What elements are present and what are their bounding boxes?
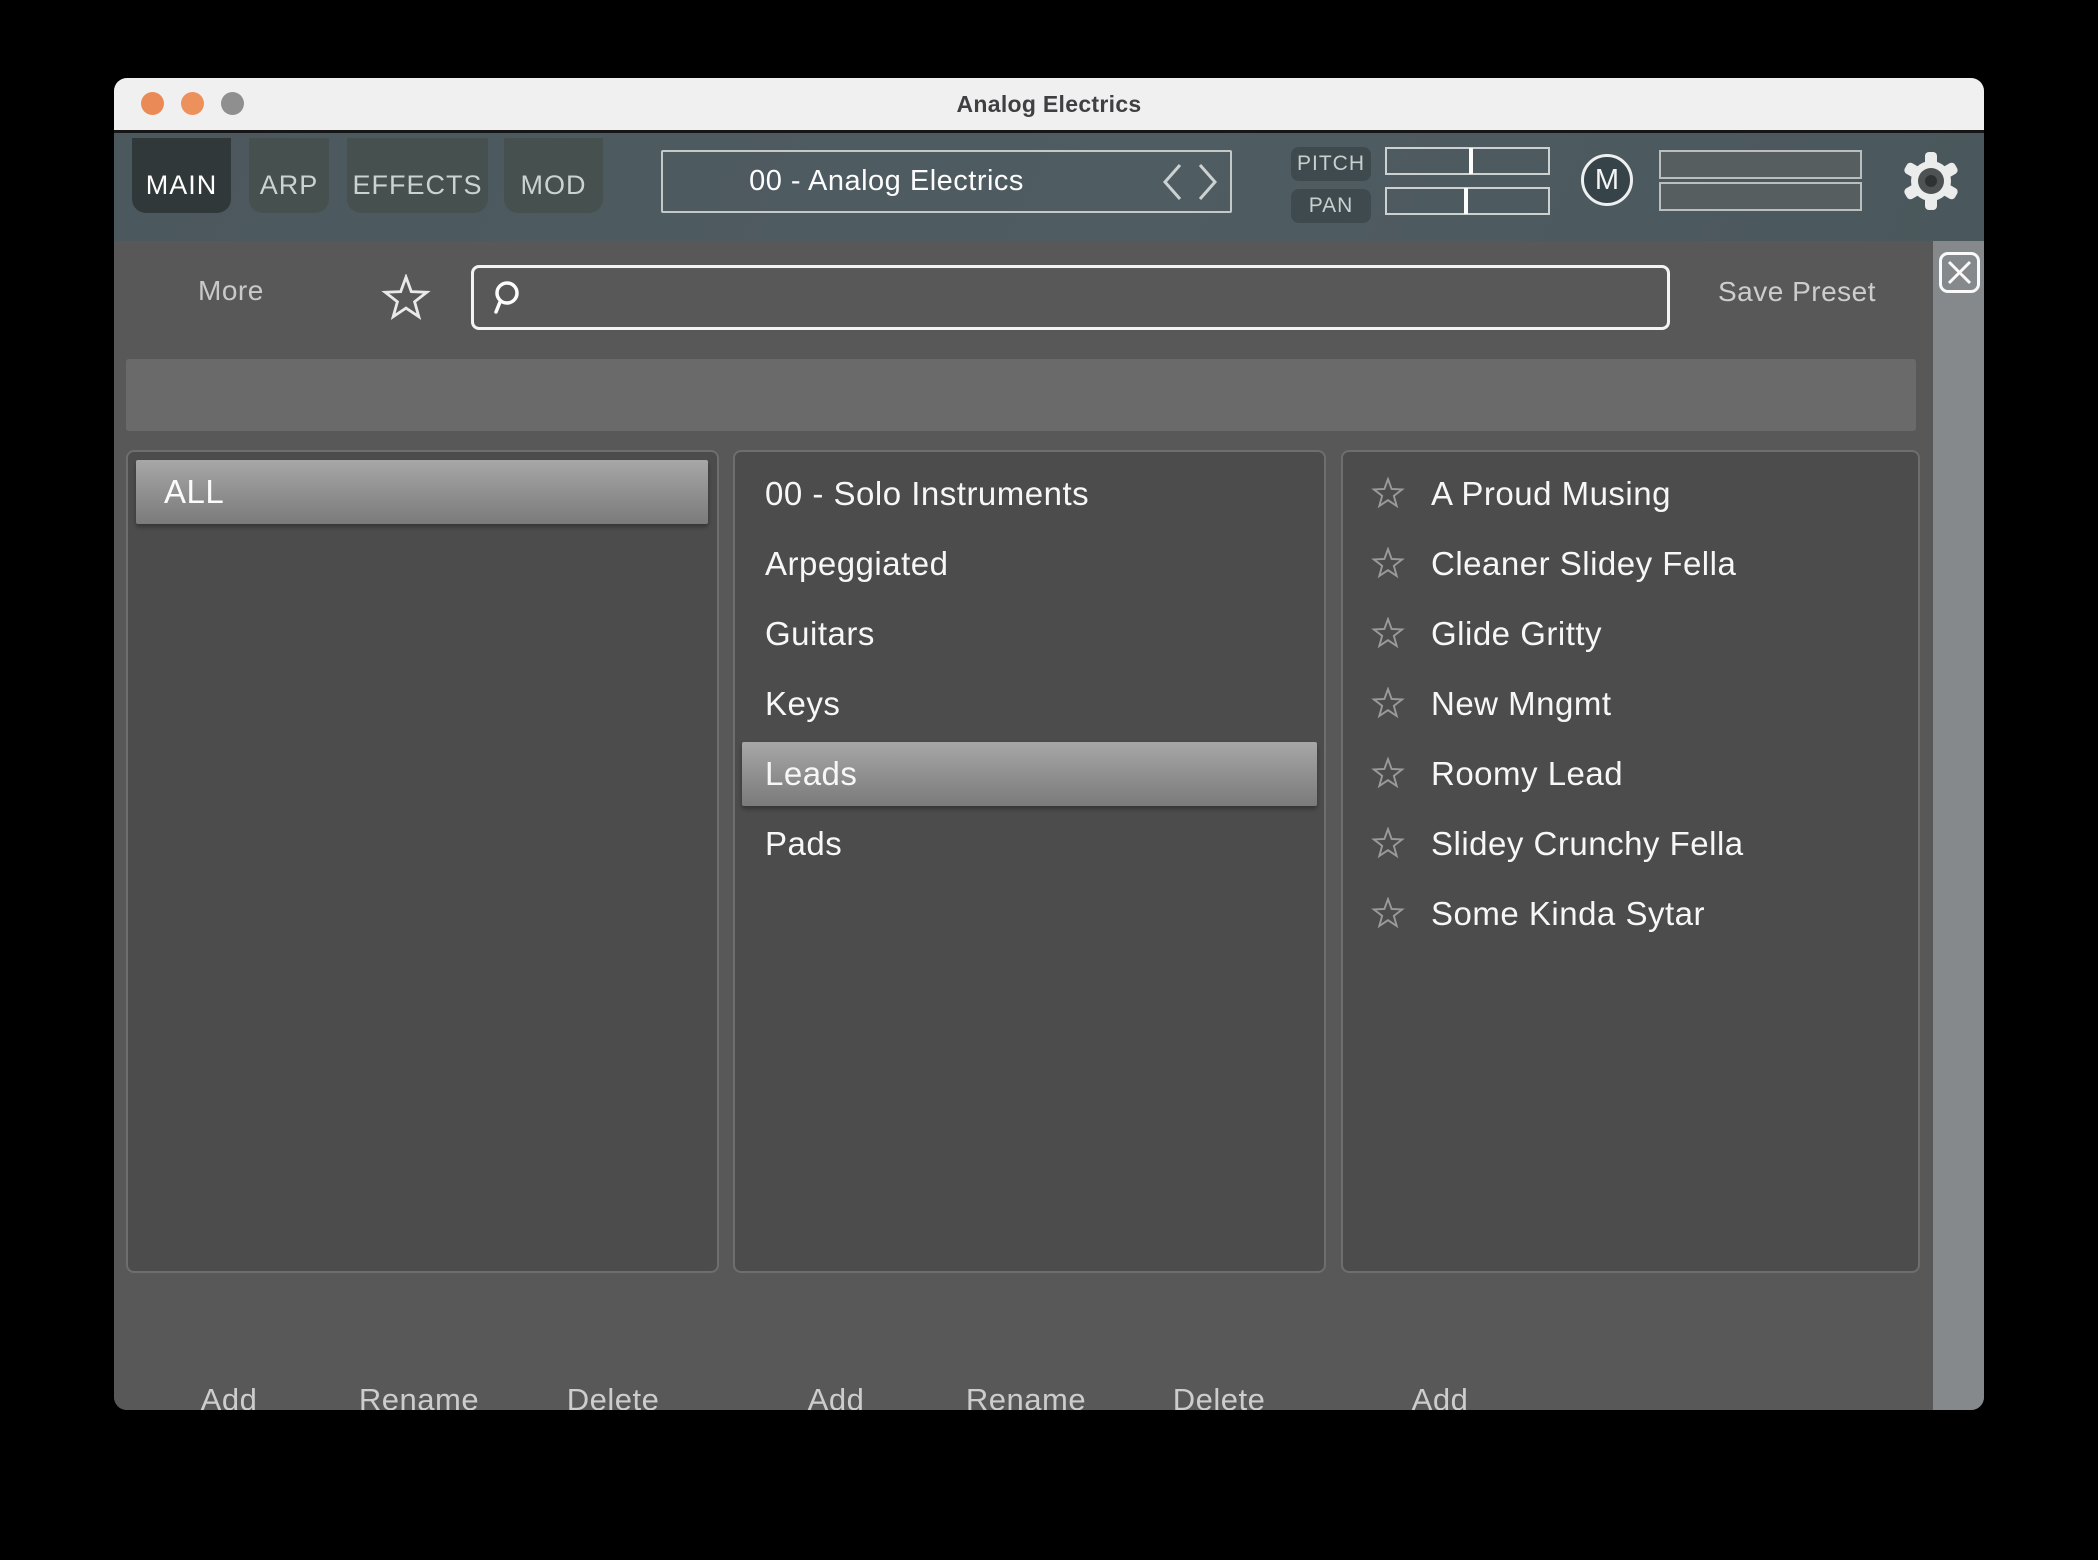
tab-mod[interactable]: MOD [504, 138, 603, 213]
preset-row[interactable]: Some Kinda Sytar [1343, 879, 1918, 949]
category-row[interactable]: Keys [735, 669, 1324, 739]
tab-arp[interactable]: ARP [249, 138, 329, 213]
tag-filter-bar [126, 359, 1916, 431]
delete-folder-button[interactable]: Delete [567, 1382, 660, 1410]
plugin-window: Analog Electrics MAIN ARP EFFECTS MOD 00… [114, 78, 1984, 1410]
level-meter-bottom [1659, 182, 1862, 211]
category-row[interactable]: 00 - Solo Instruments [735, 459, 1324, 529]
search-box [471, 265, 1670, 330]
settings-gear-icon[interactable] [1898, 148, 1964, 214]
categories-panel: 00 - Solo Instruments Arpeggiated Guitar… [733, 450, 1326, 1273]
preset-row[interactable]: Cleaner Slidey Fella [1343, 529, 1918, 599]
pan-slider-handle[interactable] [1464, 188, 1468, 214]
preset-row[interactable]: Glide Gritty [1343, 599, 1918, 669]
preset-row[interactable]: A Proud Musing [1343, 459, 1918, 529]
favorite-star-icon[interactable] [1371, 547, 1405, 581]
favorite-star-icon[interactable] [1371, 617, 1405, 651]
add-category-button[interactable]: Add [808, 1382, 865, 1410]
preset-selector[interactable]: 00 - Analog Electrics [661, 150, 1232, 213]
close-browser-button[interactable] [1939, 252, 1980, 293]
more-button[interactable]: More [198, 275, 264, 307]
rename-category-button[interactable]: Rename [966, 1382, 1086, 1410]
category-row[interactable]: Pads [735, 809, 1324, 879]
pan-slider[interactable] [1385, 187, 1550, 215]
pitch-slider-handle[interactable] [1469, 148, 1473, 174]
favorite-star-icon[interactable] [1371, 477, 1405, 511]
next-preset-icon[interactable] [1196, 160, 1220, 204]
category-row[interactable]: Arpeggiated [735, 529, 1324, 599]
titlebar: Analog Electrics [114, 78, 1984, 130]
mono-button[interactable]: M [1581, 154, 1633, 206]
previous-preset-icon[interactable] [1160, 160, 1184, 204]
save-preset-button[interactable]: Save Preset [1718, 276, 1876, 308]
folder-row-all[interactable]: ALL [136, 460, 708, 524]
favorite-star-icon[interactable] [1371, 757, 1405, 791]
close-icon [1946, 259, 1973, 286]
add-folder-button[interactable]: Add [201, 1382, 258, 1410]
favorite-star-icon[interactable] [1371, 687, 1405, 721]
search-icon [488, 279, 522, 324]
preset-row[interactable]: Roomy Lead [1343, 739, 1918, 809]
favorite-star-icon[interactable] [1371, 827, 1405, 861]
delete-category-button[interactable]: Delete [1173, 1382, 1266, 1410]
pitch-label: PITCH [1291, 147, 1371, 181]
preset-name: 00 - Analog Electrics [663, 152, 1110, 211]
preset-browser: More Save Preset [114, 241, 1984, 1410]
scrollbar[interactable] [1933, 241, 1984, 1410]
rename-folder-button[interactable]: Rename [359, 1382, 479, 1410]
add-preset-button[interactable]: Add [1412, 1382, 1469, 1410]
pitch-slider[interactable] [1385, 147, 1550, 175]
category-row-selected[interactable]: Leads [735, 739, 1324, 809]
tab-effects[interactable]: EFFECTS [347, 138, 488, 213]
toolbar: MAIN ARP EFFECTS MOD 00 - Analog Electri… [114, 130, 1984, 241]
tab-main[interactable]: MAIN [132, 138, 231, 213]
pan-label: PAN [1291, 189, 1371, 223]
category-row[interactable]: Guitars [735, 599, 1324, 669]
favorites-filter-star-icon[interactable] [381, 274, 431, 324]
search-input[interactable] [536, 268, 1657, 329]
window-title: Analog Electrics [114, 78, 1984, 130]
presets-panel: A Proud Musing Cleaner Slidey Fella Glid… [1341, 450, 1920, 1273]
level-meter-top [1659, 150, 1862, 179]
preset-row[interactable]: Slidey Crunchy Fella [1343, 809, 1918, 879]
preset-row[interactable]: New Mngmt [1343, 669, 1918, 739]
folders-panel: ALL [126, 450, 719, 1273]
favorite-star-icon[interactable] [1371, 897, 1405, 931]
